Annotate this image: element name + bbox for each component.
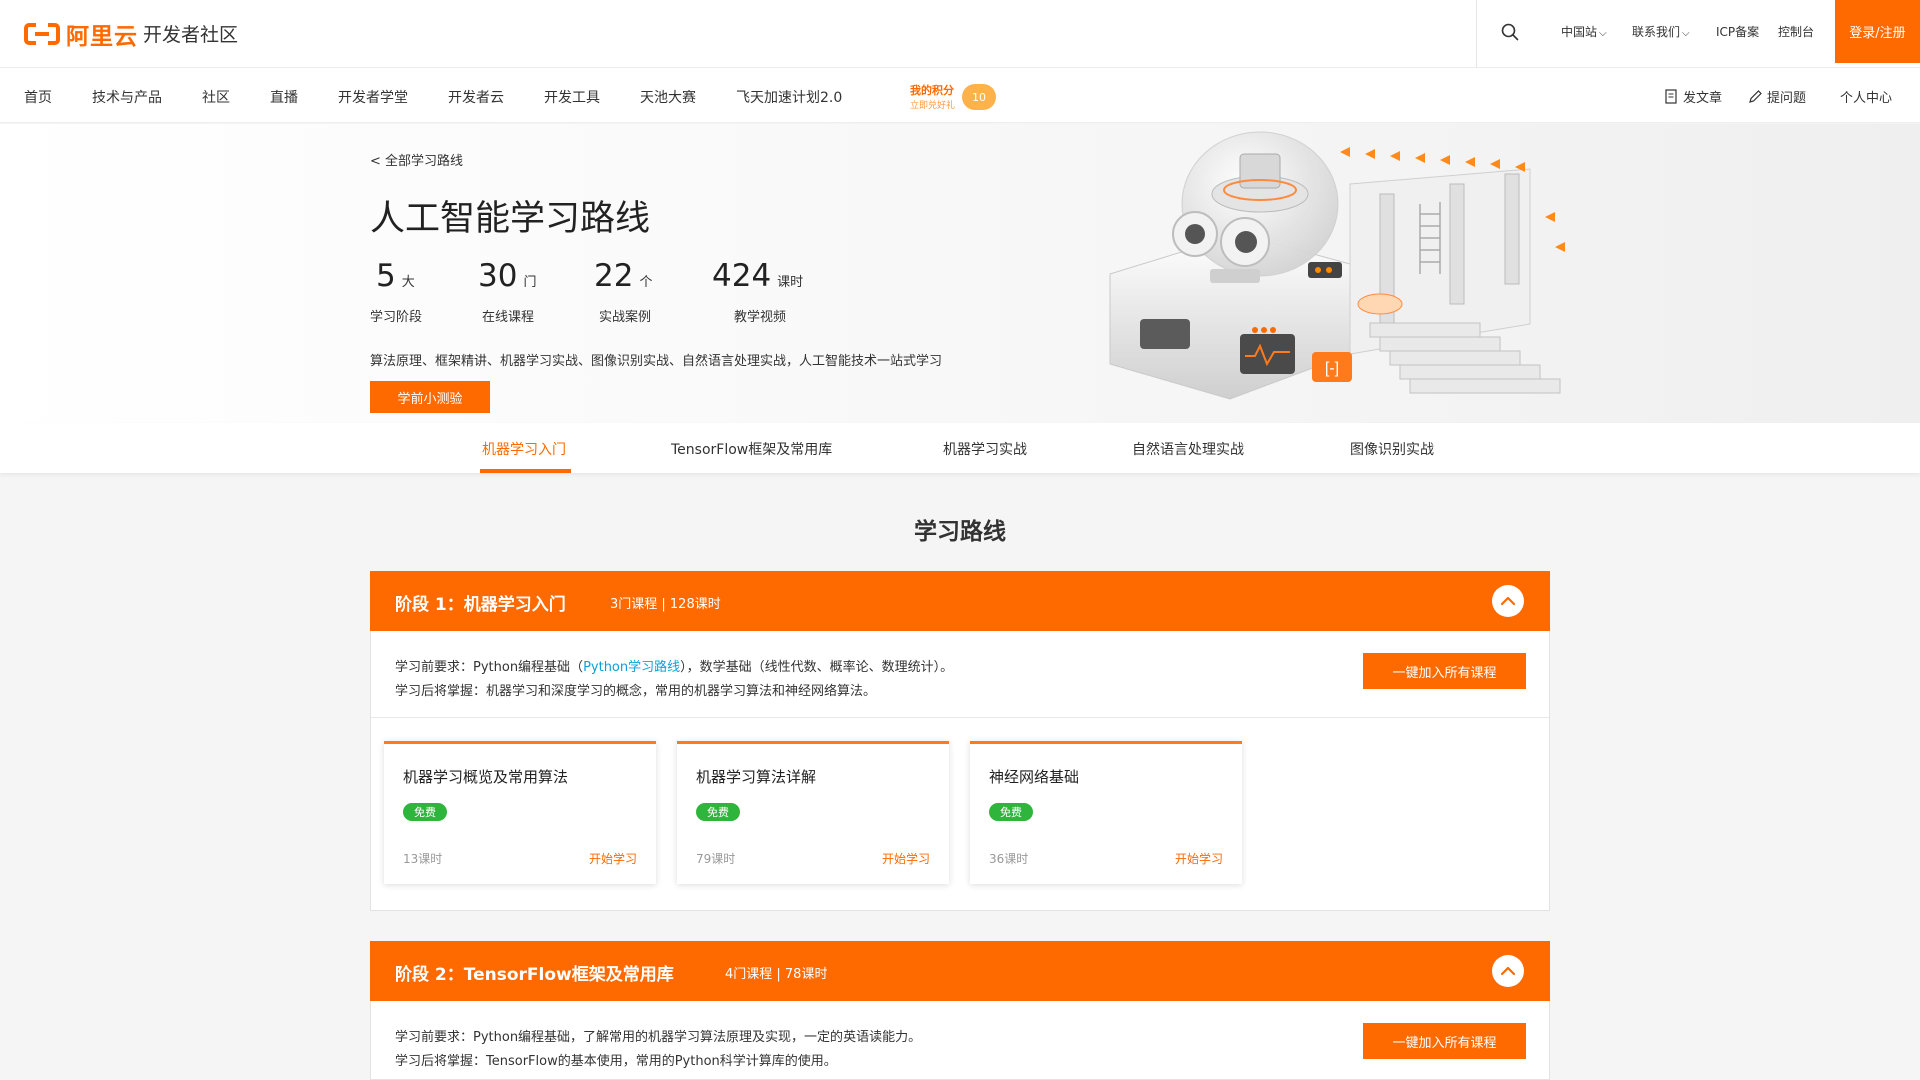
chevron-down-icon: ⌵ (1599, 28, 1607, 39)
document-icon (1665, 89, 1677, 104)
tab-nlp[interactable]: 自然语言处理实战 (1132, 439, 1244, 459)
nav-item-academy[interactable]: 开发者学堂 (338, 87, 408, 107)
stage-1-collapse-button[interactable] (1492, 585, 1524, 617)
nav-item-live[interactable]: 直播 (270, 87, 298, 107)
banner-description: 算法原理、框架精讲、机器学习实战、图像识别实战、自然语言处理实战，人工智能技术一… (370, 354, 943, 369)
site-name[interactable]: 开发者社区 (143, 20, 238, 47)
pencil-icon (1749, 90, 1762, 103)
stat-videos: 424 课时 教学视频 (712, 258, 804, 325)
region-selector[interactable]: 中国站 ⌵ (1561, 23, 1607, 40)
stage-1-meta: 3门课程 | 128课时 (610, 597, 721, 612)
stage-1-title: 阶段 1：机器学习入门 (395, 595, 566, 615)
contact-us-link[interactable]: 联系我们 ⌵ (1632, 23, 1690, 40)
points-badge[interactable]: 我的积分 立即兑好礼 10 (900, 78, 996, 118)
points-value: 10 (962, 84, 996, 110)
stage-2-title: 阶段 2：TensorFlow框架及常用库 (395, 965, 674, 985)
course-hours: 79课时 (696, 852, 736, 866)
points-subtitle: 立即兑好礼 (910, 101, 956, 111)
stage-2-requirement: 学习前要求：Python编程基础，了解常用的机器学习算法原理及实现，一定的英语读… (395, 1030, 922, 1045)
nav-item-community[interactable]: 社区 (202, 87, 230, 107)
main-nav: 首页 技术与产品 社区 直播 开发者学堂 开发者云 开发工具 天池大赛 飞天加速… (0, 68, 1920, 123)
course-hours: 36课时 (989, 852, 1029, 866)
free-badge: 免费 (989, 803, 1033, 821)
start-learning-link[interactable]: 开始学习 (589, 850, 637, 867)
stage-1-header[interactable]: 阶段 1：机器学习入门 3门课程 | 128课时 (370, 571, 1550, 631)
chevron-up-icon (1500, 596, 1516, 606)
python-path-link[interactable]: Python学习路线 (583, 660, 680, 675)
start-learning-link[interactable]: 开始学习 (1175, 850, 1223, 867)
nav-item-dev-cloud[interactable]: 开发者云 (448, 87, 504, 107)
icp-link[interactable]: ICP备案 (1716, 23, 1759, 40)
nav-item-tianchi[interactable]: 天池大赛 (640, 87, 696, 107)
course-title: 机器学习算法详解 (696, 768, 817, 786)
course-title: 神经网络基础 (989, 768, 1080, 786)
aliyun-logo-icon (24, 21, 60, 47)
write-article-link[interactable]: 发文章 (1664, 87, 1722, 106)
page-title: 人工智能学习路线 (370, 199, 651, 239)
section-title: 学习路线 (914, 519, 1006, 545)
pre-quiz-button[interactable]: 学前小测验 (370, 381, 490, 413)
tab-tensorflow[interactable]: TensorFlow框架及常用库 (671, 439, 832, 459)
points-title: 我的积分 (910, 84, 954, 97)
stage-1-outcome: 学习后将掌握：机器学习和深度学习的概念，常用的机器学习算法和神经网络算法。 (395, 684, 877, 699)
nav-item-feitian[interactable]: 飞天加速计划2.0 (736, 87, 842, 107)
stage-2-header[interactable]: 阶段 2：TensorFlow框架及常用库 4门课程 | 78课时 (370, 941, 1550, 1001)
course-card[interactable]: 机器学习算法详解 免费 79课时 开始学习 (677, 741, 949, 884)
tab-image-recognition[interactable]: 图像识别实战 (1350, 439, 1434, 459)
free-badge: 免费 (696, 803, 740, 821)
course-title: 机器学习概览及常用算法 (403, 768, 569, 786)
nav-item-dev-tools[interactable]: 开发工具 (544, 87, 600, 107)
stage-1-body: 学习前要求：Python编程基础（Python学习路线），数学基础（线性代数、概… (370, 631, 1550, 911)
tab-ml-practice[interactable]: 机器学习实战 (943, 439, 1027, 459)
stat-cases: 22 个 实战案例 (594, 258, 653, 325)
logo-text: 阿里云 (66, 24, 138, 50)
course-card[interactable]: 机器学习概览及常用算法 免费 13课时 开始学习 (384, 741, 656, 884)
course-card[interactable]: 神经网络基础 免费 36课时 开始学习 (970, 741, 1242, 884)
robot-illustration: [-] (1109, 131, 1565, 400)
login-register-button[interactable]: 登录/注册 (1835, 0, 1920, 63)
top-header: 阿里云 开发者社区 中国站 ⌵ 联系我们 ⌵ ICP备案 控制台 登录/注册 (0, 0, 1920, 68)
search-icon[interactable] (1499, 21, 1521, 43)
stage-2-collapse-button[interactable] (1492, 955, 1524, 987)
header-divider (1476, 0, 1477, 68)
tab-ml-intro[interactable]: 机器学习入门 (482, 439, 566, 459)
free-badge: 免费 (403, 803, 447, 821)
stat-courses: 30 门 在线课程 (478, 258, 537, 325)
stage-2-meta: 4门课程 | 78课时 (725, 967, 828, 982)
stage-tabs: 机器学习入门 TensorFlow框架及常用库 机器学习实战 自然语言处理实战 … (0, 423, 1920, 473)
active-tab-indicator (480, 469, 571, 473)
hero-banner: < 全部学习路线 人工智能学习路线 5大 学习阶段 30 门 在线课程 22 个 实… (0, 124, 1920, 423)
chevron-up-icon (1500, 966, 1516, 976)
stage-1-requirement: 学习前要求：Python编程基础（Python学习路线），数学基础（线性代数、概… (395, 660, 954, 675)
course-hours: 13课时 (403, 852, 443, 866)
all-paths-link[interactable]: < 全部学习路线 (370, 150, 463, 169)
nav-item-tech[interactable]: 技术与产品 (92, 87, 162, 107)
stage-2-join-all-button[interactable]: 一键加入所有课程 (1363, 1023, 1526, 1059)
ask-question-link[interactable]: 提问题 (1748, 87, 1806, 106)
svg-text:[-]: [-] (1325, 360, 1339, 377)
aliyun-logo[interactable]: 阿里云 (24, 17, 138, 51)
nav-item-home[interactable]: 首页 (24, 87, 52, 107)
stage-2-body: 学习前要求：Python编程基础，了解常用的机器学习算法原理及实现，一定的英语读… (370, 1001, 1550, 1080)
stage-1-join-all-button[interactable]: 一键加入所有课程 (1363, 653, 1526, 689)
personal-center-link[interactable]: 个人中心 (1840, 87, 1892, 106)
chevron-down-icon: ⌵ (1682, 28, 1690, 39)
console-link[interactable]: 控制台 (1778, 23, 1814, 40)
stage-2-outcome: 学习后将掌握：TensorFlow的基本使用，常用的Python科学计算库的使用… (395, 1054, 837, 1069)
start-learning-link[interactable]: 开始学习 (882, 850, 930, 867)
divider (371, 717, 1549, 718)
stat-stages: 5大 学习阶段 (370, 258, 423, 325)
